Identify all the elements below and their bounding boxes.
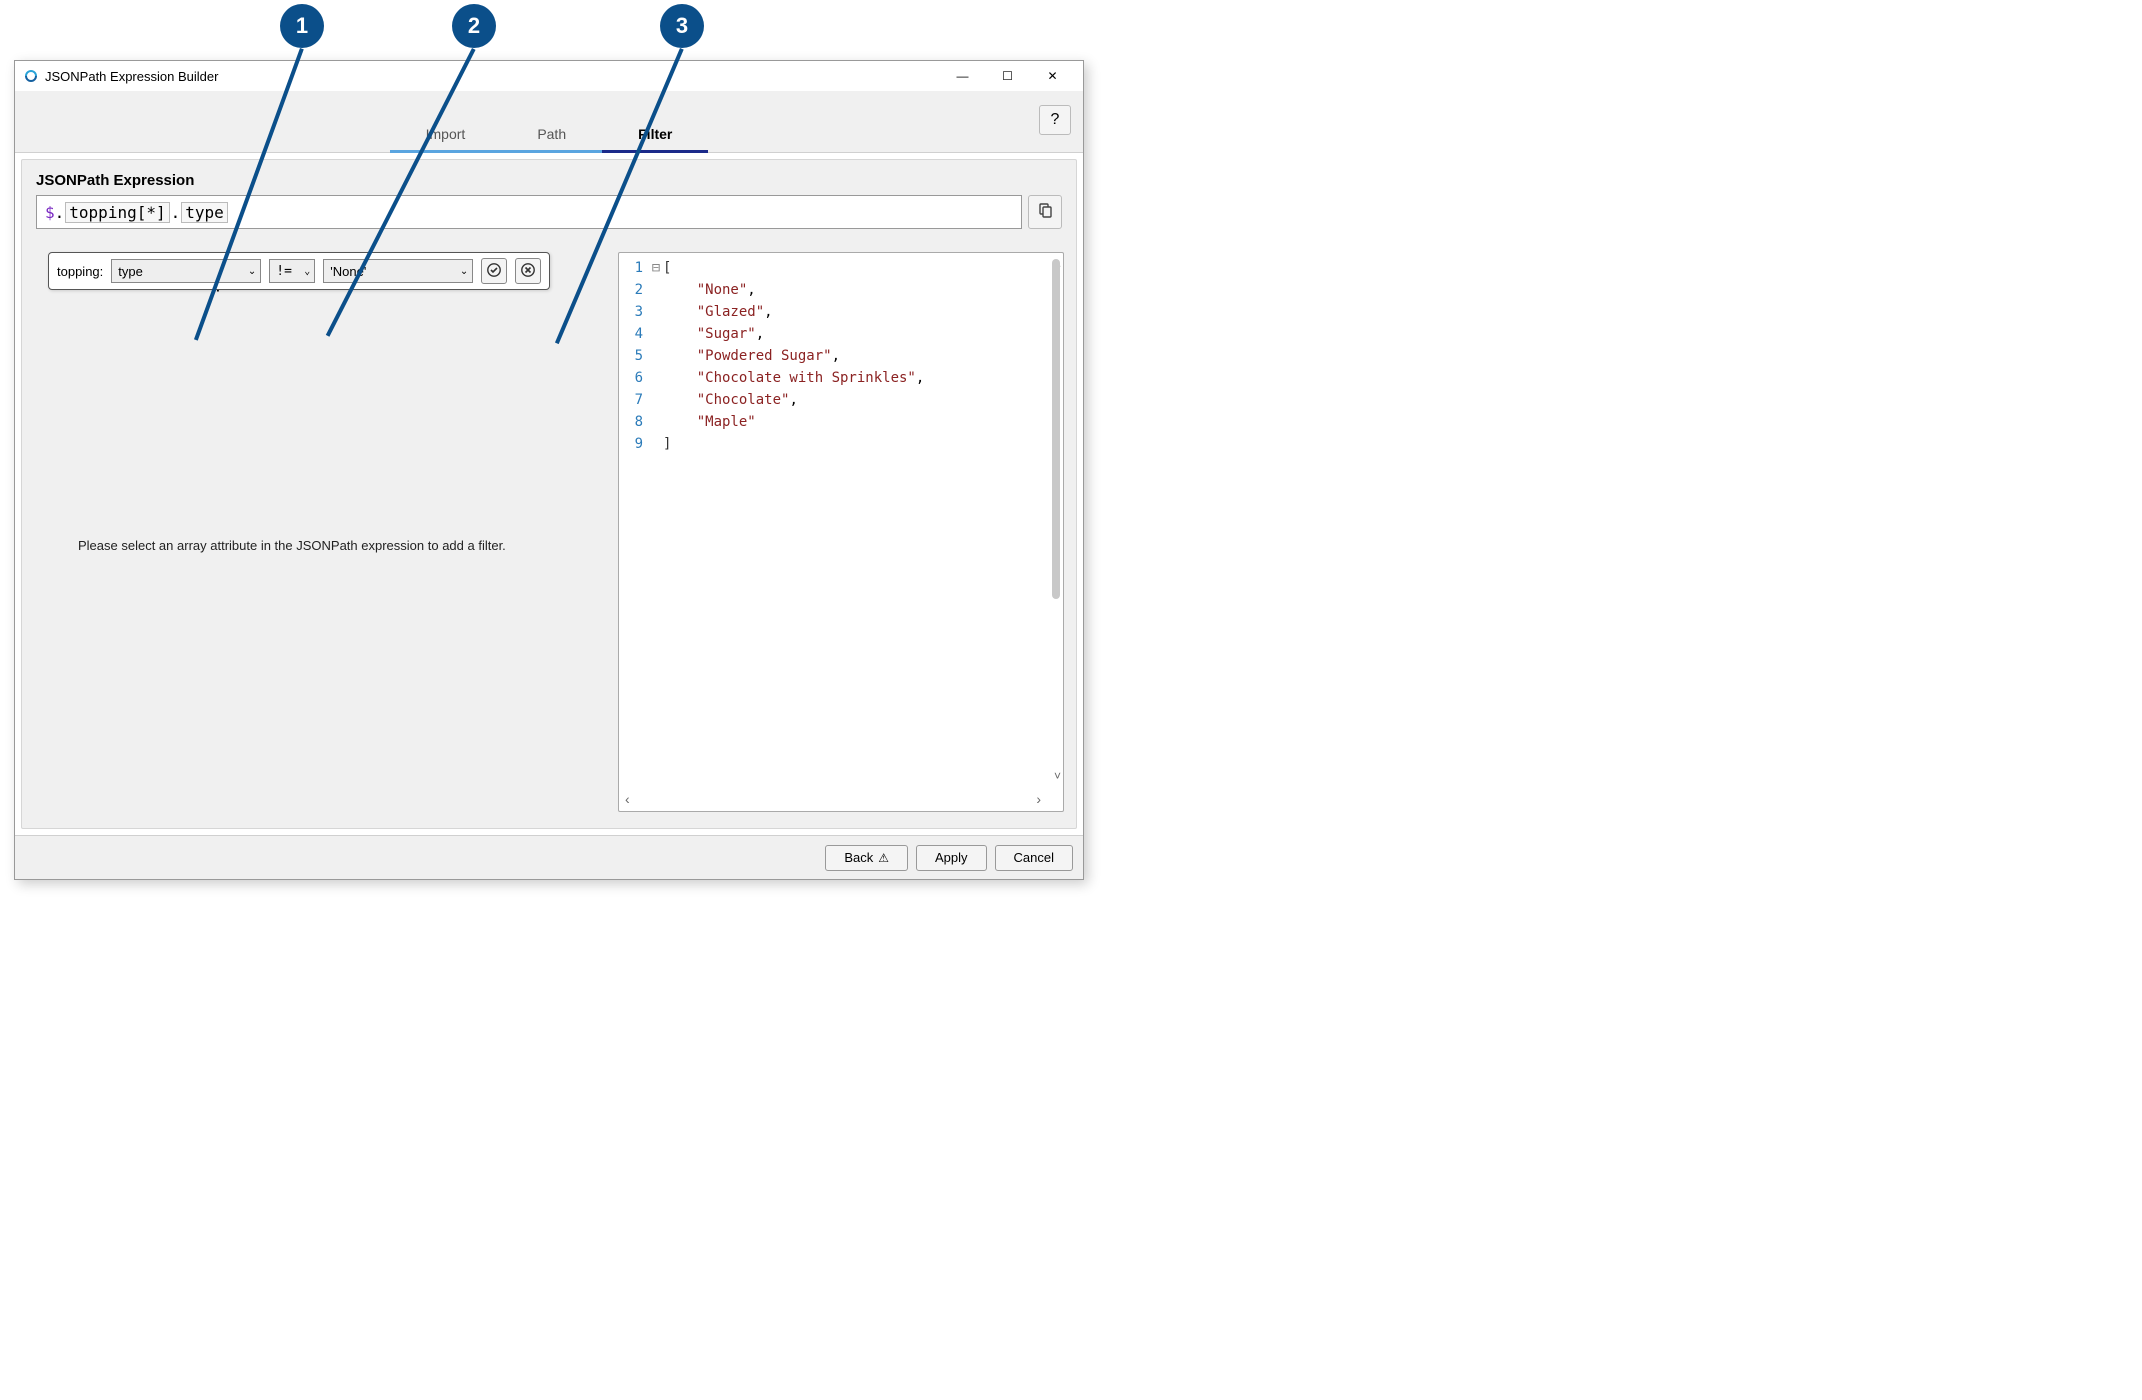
line-number: 1 [623, 260, 649, 276]
back-button[interactable]: Back ⚠ [825, 845, 908, 871]
chevron-down-icon: ⌄ [460, 266, 468, 277]
line-number: 6 [623, 370, 649, 386]
help-button[interactable]: ? [1039, 105, 1071, 135]
filter-hint: Please select an array attribute in the … [78, 538, 506, 553]
apply-label: Apply [935, 850, 968, 865]
operator-value: != [276, 264, 292, 279]
copy-button[interactable] [1028, 195, 1062, 229]
attribute-value: type [118, 264, 143, 279]
back-label: Back [844, 850, 873, 865]
code-line: 1⊟[ [623, 257, 1045, 279]
line-number: 7 [623, 392, 649, 408]
callout-1: 1 [280, 4, 324, 48]
operator-dropdown[interactable]: != ⌄ [269, 259, 315, 283]
tab-path-label: Path [537, 126, 566, 142]
app-icon [23, 68, 39, 84]
close-button[interactable]: ✕ [1030, 62, 1075, 90]
content-area: JSONPath Expression $.topping[*].type to… [21, 159, 1077, 829]
window-title: JSONPath Expression Builder [45, 69, 218, 84]
code-text: "Glazed", [663, 304, 773, 320]
code-line: 2 "None", [623, 279, 1045, 301]
attribute-dropdown[interactable]: type ⌄ [111, 259, 261, 283]
filter-popover: topping: type ⌄ != ⌄ 'None' ⌄ [48, 252, 550, 290]
code-text: ] [663, 436, 671, 452]
expr-segment-topping[interactable]: topping[*] [65, 202, 169, 223]
code-text: "Chocolate", [663, 392, 798, 408]
code-text: [ [663, 260, 671, 276]
expression-label: JSONPath Expression [36, 172, 1068, 189]
code-text: "Powdered Sugar", [663, 348, 840, 364]
titlebar: JSONPath Expression Builder — ☐ ✕ [15, 61, 1083, 91]
check-circle-icon [486, 262, 502, 281]
tab-path[interactable]: Path [501, 116, 602, 152]
accept-filter-button[interactable] [481, 258, 507, 284]
code-line: 8 "Maple" [623, 411, 1045, 433]
line-number: 5 [623, 348, 649, 364]
copy-icon [1037, 203, 1053, 222]
tab-underline [390, 150, 502, 153]
expression-input[interactable]: $.topping[*].type [36, 195, 1022, 229]
scroll-right-icon[interactable]: › [1036, 791, 1041, 807]
code-text: "Chocolate with Sprinkles", [663, 370, 924, 386]
scroll-left-icon[interactable]: ‹ [625, 791, 630, 807]
chevron-down-icon: ⌄ [304, 266, 310, 277]
chevron-down-icon: ⌄ [248, 266, 256, 277]
warning-icon: ⚠ [878, 851, 889, 865]
code-line: 3 "Glazed", [623, 301, 1045, 323]
line-number: 4 [623, 326, 649, 342]
filter-prefix: topping: [57, 264, 103, 279]
expr-root: $ [45, 203, 55, 222]
line-number: 8 [623, 414, 649, 430]
code-line: 4 "Sugar", [623, 323, 1045, 345]
result-code[interactable]: 1⊟[2 "None",3 "Glazed",4 "Sugar",5 "Powd… [623, 257, 1045, 789]
tab-underline [501, 150, 602, 153]
code-text: "None", [663, 282, 756, 298]
minimize-button[interactable]: — [940, 62, 985, 90]
cancel-label: Cancel [1014, 850, 1054, 865]
window-controls: — ☐ ✕ [940, 62, 1075, 90]
cancel-filter-button[interactable] [515, 258, 541, 284]
apply-button[interactable]: Apply [916, 845, 987, 871]
fold-gutter[interactable]: ⊟ [649, 260, 663, 276]
cancel-button[interactable]: Cancel [995, 845, 1073, 871]
scroll-down-icon[interactable]: ˅ [1054, 769, 1061, 783]
result-panel: 1⊟[2 "None",3 "Glazed",4 "Sugar",5 "Powd… [618, 252, 1064, 812]
code-line: 9] [623, 433, 1045, 455]
code-text: "Maple" [663, 414, 756, 430]
tab-import[interactable]: Import [390, 116, 502, 152]
callout-3: 3 [660, 4, 704, 48]
maximize-button[interactable]: ☐ [985, 62, 1030, 90]
value-dropdown[interactable]: 'None' ⌄ [323, 259, 473, 283]
code-line: 6 "Chocolate with Sprinkles", [623, 367, 1045, 389]
tab-underline [602, 150, 708, 153]
code-line: 7 "Chocolate", [623, 389, 1045, 411]
dialog-window: JSONPath Expression Builder — ☐ ✕ Import… [14, 60, 1084, 880]
vertical-scrollbar[interactable] [1052, 259, 1060, 599]
tab-filter[interactable]: Filter [602, 116, 708, 152]
help-icon: ? [1051, 111, 1060, 129]
x-circle-icon [520, 262, 536, 281]
expr-segment-type[interactable]: type [181, 202, 228, 223]
dialog-footer: Back ⚠ Apply Cancel [15, 835, 1083, 879]
callout-2: 2 [452, 4, 496, 48]
line-number: 3 [623, 304, 649, 320]
line-number: 9 [623, 436, 649, 452]
line-number: 2 [623, 282, 649, 298]
tab-bar: Import Path Filter ? [15, 91, 1083, 153]
code-line: 5 "Powdered Sugar", [623, 345, 1045, 367]
code-text: "Sugar", [663, 326, 764, 342]
